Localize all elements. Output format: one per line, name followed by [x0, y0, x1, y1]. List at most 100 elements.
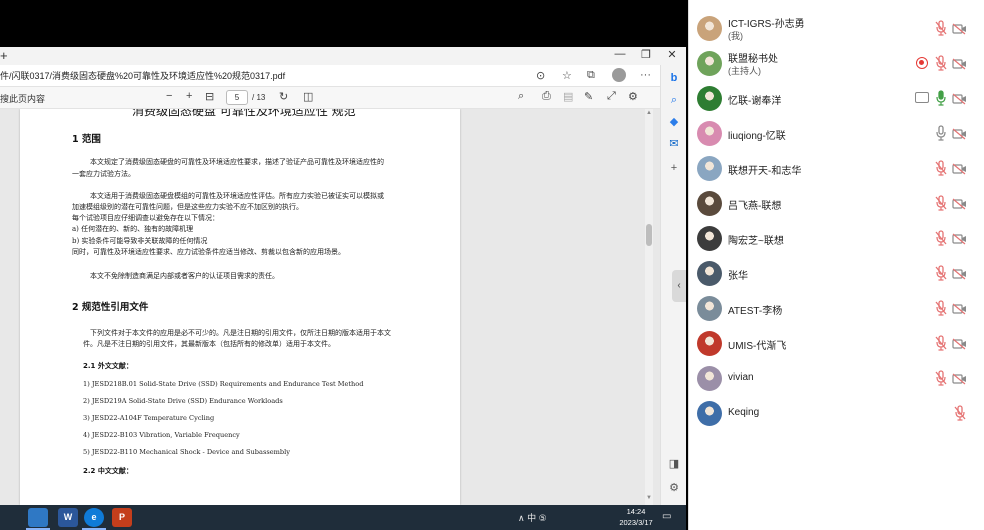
camera-off-icon[interactable] [952, 337, 967, 350]
system-tray[interactable]: ∧ 中 ⑤ [518, 511, 547, 524]
avatar[interactable] [697, 16, 722, 41]
participant-row[interactable]: ATEST-李杨 [689, 291, 984, 326]
mic-icon[interactable] [935, 90, 947, 106]
mic-muted-icon[interactable] [935, 265, 947, 281]
camera-off-icon[interactable] [952, 372, 967, 385]
avatar[interactable] [697, 366, 722, 391]
fit-page-icon[interactable]: ⊟ [205, 90, 214, 103]
url-text[interactable]: 件/闪联0317/消费级固态硬盘%20可靠性及环境适应性%20规范0317.pd… [0, 69, 285, 82]
participant-row[interactable]: 忆联-谢奉洋 [689, 81, 984, 116]
participant-row[interactable]: 吕飞燕-联想 [689, 186, 984, 221]
participant-name: vivian [728, 372, 754, 383]
taskbar-app-word[interactable]: W [58, 508, 78, 527]
participant-name: 联想开天-和志华 [728, 166, 802, 177]
mic-muted-icon[interactable] [954, 405, 966, 421]
list-item: a) 任何潜在的、新的、独有的故障机理 [72, 225, 194, 233]
avatar[interactable] [697, 331, 722, 356]
camera-off-icon[interactable] [952, 302, 967, 315]
avatar[interactable] [697, 121, 722, 146]
taskbar-app-edge[interactable]: e [84, 508, 104, 527]
zoom-in-button[interactable]: + [186, 90, 192, 102]
settings-icon[interactable]: ⚙ [628, 90, 638, 103]
participant-row[interactable]: 陶宏芝~联想 [689, 221, 984, 256]
avatar[interactable] [697, 401, 722, 426]
screen-share-icon[interactable] [915, 92, 929, 103]
mic-icon[interactable] [935, 125, 947, 141]
taskbar-app-meeting[interactable] [28, 508, 48, 527]
paragraph-line: 每个试验项目应仔细调查以避免存在以下情况： [72, 214, 219, 222]
clock[interactable]: 14:24 2023/3/17 [616, 506, 656, 528]
sidebar-toggle-icon[interactable]: ◨ [665, 455, 683, 473]
mic-muted-icon[interactable] [935, 55, 947, 71]
camera-off-icon[interactable] [952, 22, 967, 35]
taskbar-app-powerpoint[interactable]: P [112, 508, 132, 527]
sidebar-settings-icon[interactable]: ⚙ [665, 479, 683, 497]
participant-row[interactable]: liuqiong-忆联 [689, 116, 984, 151]
participant-row[interactable]: 张华 [689, 256, 984, 291]
avatar[interactable] [697, 156, 722, 181]
avatar[interactable] [697, 296, 722, 321]
avatar[interactable] [697, 86, 722, 111]
annotate-icon[interactable]: ✎ [584, 90, 593, 103]
minimize-button[interactable]: — [612, 48, 628, 60]
participant-row[interactable]: Keqing [689, 396, 984, 431]
notification-icon[interactable]: ▭ [662, 511, 671, 522]
camera-off-icon[interactable] [952, 92, 967, 105]
avatar[interactable] [697, 51, 722, 76]
mic-muted-icon[interactable] [935, 195, 947, 211]
mic-muted-icon[interactable] [935, 230, 947, 246]
pdf-viewer[interactable]: 消费级固态硬盘 可靠性及环境适应性 规范 1 范围 本文规定了消费级固态硬盘的可… [0, 109, 660, 505]
participant-row[interactable]: 联想开天-和志华 [689, 151, 984, 186]
restore-button[interactable]: ❐ [638, 48, 654, 61]
close-button[interactable]: ✕ [664, 48, 680, 61]
outlook-icon[interactable]: ✉ [665, 135, 683, 153]
favorite-star-icon[interactable]: ☆ [562, 69, 572, 82]
participant-row[interactable]: vivian [689, 361, 984, 396]
more-menu-icon[interactable]: ··· [640, 69, 651, 81]
fullscreen-icon[interactable]: ⤢ [607, 90, 616, 103]
mic-muted-icon[interactable] [935, 20, 947, 36]
camera-off-icon[interactable] [952, 127, 967, 140]
scroll-down-arrow-icon[interactable]: ▼ [645, 495, 653, 501]
camera-off-icon[interactable] [952, 57, 967, 70]
read-aloud-icon[interactable]: ⊙ [536, 69, 545, 82]
avatar[interactable] [697, 191, 722, 216]
page-number-input[interactable]: 5 [226, 90, 248, 105]
avatar[interactable] [697, 226, 722, 251]
add-sidebar-app-icon[interactable]: + [665, 159, 683, 177]
clock-date: 2023/3/17 [619, 518, 653, 527]
camera-off-icon[interactable] [952, 267, 967, 280]
mic-muted-icon[interactable] [935, 300, 947, 316]
mic-muted-icon[interactable] [935, 335, 947, 351]
sidebar-search-icon[interactable]: ⌕ [665, 91, 683, 109]
page-view-icon[interactable]: ◫ [303, 90, 313, 103]
mic-muted-icon[interactable] [935, 370, 947, 386]
collections-icon[interactable]: ⧉ [587, 69, 595, 82]
participant-row[interactable]: 联盟秘书处 (主持人) [689, 46, 984, 81]
camera-off-icon[interactable] [952, 197, 967, 210]
bing-icon[interactable]: b [665, 69, 683, 87]
rotate-icon[interactable]: ↻ [279, 90, 288, 103]
scroll-up-arrow-icon[interactable]: ▲ [645, 110, 653, 116]
avatar[interactable] [697, 261, 722, 286]
camera-off-icon[interactable] [952, 162, 967, 175]
new-tab-button[interactable]: + [0, 48, 8, 63]
print-icon[interactable]: ⎙ [542, 90, 551, 103]
pdf-scrollbar[interactable]: ▲ ▼ [645, 109, 653, 505]
scroll-thumb[interactable] [646, 224, 652, 246]
zoom-out-button[interactable]: − [166, 90, 172, 102]
collapse-panel-button[interactable]: ‹ [672, 270, 686, 302]
save-icon[interactable]: ▤ [563, 90, 573, 103]
participant-row[interactable]: UMIS-代渐飞 [689, 326, 984, 361]
profile-avatar[interactable] [612, 68, 626, 82]
participant-role: (我) [728, 31, 743, 41]
taskbar: W e P ∧ 中 ⑤ 14:24 2023/3/17 ▭ [0, 505, 686, 530]
office-icon[interactable]: ◆ [665, 113, 683, 131]
search-icon[interactable]: ⌕ [518, 90, 524, 103]
pdf-search-label[interactable]: 搜此页内容 [0, 92, 45, 105]
address-bar[interactable]: 件/闪联0317/消费级固态硬盘%20可靠性及环境适应性%20规范0317.pd… [0, 65, 660, 87]
camera-off-icon[interactable] [952, 232, 967, 245]
participant-row[interactable]: ICT-IGRS-孙志勇 (我) [689, 11, 984, 46]
document-title: 消费级固态硬盘 可靠性及环境适应性 规范 [132, 109, 356, 118]
mic-muted-icon[interactable] [935, 160, 947, 176]
